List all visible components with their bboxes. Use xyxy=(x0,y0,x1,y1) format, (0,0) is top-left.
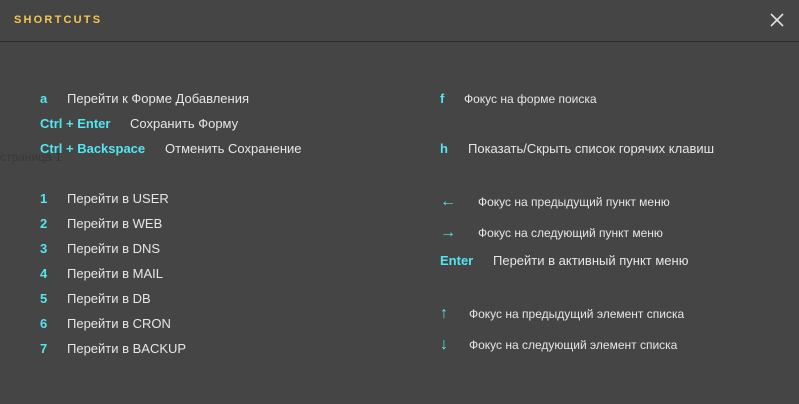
shortcut-key: f xyxy=(440,91,445,106)
arrow-up-icon: ↑ xyxy=(440,305,448,322)
shortcut-description: Перейти в MAIL xyxy=(67,266,163,281)
shortcut-description: Фокус на следующий пункт меню xyxy=(478,226,663,240)
shortcut-key: 4 xyxy=(40,266,48,281)
shortcut-description: Фокус на форме поиска xyxy=(464,92,597,106)
shortcut-key: 2 xyxy=(40,216,48,231)
arrow-right-icon: → xyxy=(440,224,456,241)
shortcut-description: Перейти в DB xyxy=(67,291,151,306)
shortcut-key: Enter xyxy=(440,253,474,268)
shortcut-description: Фокус на предыдущий пункт меню xyxy=(478,195,670,209)
shortcut-description: Перейти в CRON xyxy=(67,316,171,331)
shortcut-key: 7 xyxy=(40,341,48,356)
shortcut-description: Перейти в активный пункт меню xyxy=(493,253,689,268)
close-icon[interactable] xyxy=(766,9,788,31)
shortcut-description: Перейти к Форме Добавления xyxy=(67,91,250,106)
shortcut-key: Ctrl + Backspace xyxy=(40,141,146,156)
shortcut-key: 1 xyxy=(40,191,48,206)
arrow-left-icon: ← xyxy=(440,193,456,210)
shortcut-description: Перейти в USER xyxy=(67,191,169,206)
shortcut-description: Отменить Сохранение xyxy=(165,141,302,156)
shortcut-description: Показать/Скрыть список горячих клавиш xyxy=(468,141,715,156)
shortcut-description: Перейти в WEB xyxy=(67,216,163,231)
arrow-down-icon: ↓ xyxy=(440,336,448,353)
shortcut-description: Перейти в DNS xyxy=(67,241,161,256)
shortcut-key: 3 xyxy=(40,241,48,256)
shortcut-description: Перейти в BACKUP xyxy=(67,341,187,356)
shortcut-description: Фокус на следующий элемент списка xyxy=(469,338,678,352)
shortcut-key: h xyxy=(440,141,448,156)
shortcut-key: a xyxy=(40,91,48,106)
shortcut-key: 5 xyxy=(40,291,48,306)
shortcut-key: Ctrl + Enter xyxy=(40,116,111,131)
shortcut-description: Фокус на предыдущий элемент списка xyxy=(469,307,685,321)
modal-title: SHORTCUTS xyxy=(14,14,103,26)
shortcut-description: Сохранить Форму xyxy=(130,116,239,131)
shortcut-key: 6 xyxy=(40,316,48,331)
modal-header: SHORTCUTS xyxy=(0,0,799,42)
